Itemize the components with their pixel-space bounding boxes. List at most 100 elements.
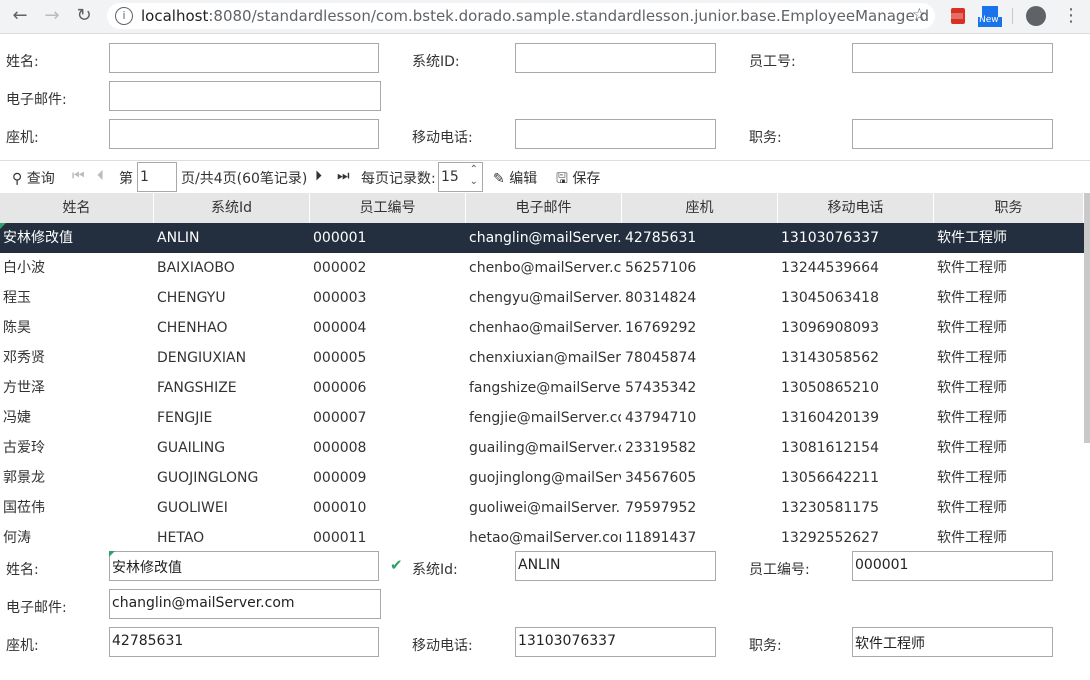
stepper-arrows-icon[interactable]: ⌃ ⌄: [470, 164, 478, 188]
row-dirty-marker: [0, 223, 6, 229]
filter-phone-label: 座机:: [6, 130, 39, 146]
detail-title-label: 职务:: [749, 638, 782, 654]
detail-sysid-input[interactable]: ANLIN: [515, 551, 716, 581]
valid-check-icon: ✔: [390, 556, 403, 574]
forward-icon[interactable]: →: [40, 5, 64, 27]
column-header-phone[interactable]: 座机: [622, 193, 778, 223]
table-row[interactable]: 邓秀贤 DENGIUXIAN 000005 chenxiuxian@mailServe…: [0, 343, 1090, 373]
page-size-value: 15: [441, 169, 459, 185]
cell-name: 白小波: [3, 260, 45, 276]
filter-sysid-label: 系统ID:: [412, 54, 460, 70]
prev-page-icon[interactable]: ⏴: [97, 168, 104, 184]
detail-mobile-input[interactable]: 13103076337: [515, 627, 716, 657]
table-row[interactable]: 方世泽 FANGSHIZE 000006 fangshize@mailServer.c…: [0, 373, 1090, 403]
filter-title-input[interactable]: [852, 119, 1053, 149]
last-page-icon[interactable]: ⏭: [337, 168, 350, 184]
table-row[interactable]: 郭景龙 GUOJINGLONG 000009 guojinglong@mailServ…: [0, 463, 1090, 493]
table-row[interactable]: 国莅伟 GUOLIWEI 000010 guoliwei@mailServer.com…: [0, 493, 1090, 523]
detail-phone-label: 座机:: [6, 638, 39, 654]
cell-name: 郭景龙: [3, 470, 45, 486]
browser-toolbar: ← → ↻ i localhost:8080/standardlesson/co…: [0, 0, 1090, 34]
cell-title: 软件工程师: [937, 290, 1007, 306]
cell-phone: 56257106: [625, 260, 697, 276]
cell-name: 何涛: [3, 530, 31, 545]
column-header-email[interactable]: 电子邮件: [466, 193, 622, 223]
cell-sysid: FANGSHIZE: [157, 380, 237, 396]
cell-phone: 57435342: [625, 380, 697, 396]
table-row[interactable]: 古爱玲 GUAILING 000008 guailing@mailServer.com…: [0, 433, 1090, 463]
column-header-name[interactable]: 姓名: [0, 193, 154, 223]
cell-email: guojinglong@mailServer.com: [469, 470, 621, 486]
cell-name: 陈昊: [3, 320, 31, 336]
detail-empno-input[interactable]: 000001: [852, 551, 1053, 581]
cell-empno: 000004: [313, 320, 367, 336]
cell-mobile: 13096908093: [781, 320, 879, 336]
cell-empno: 000011: [313, 530, 367, 545]
next-page-icon[interactable]: ⏵: [315, 168, 322, 184]
table-row[interactable]: 陈昊 CHENHAO 000004 chenhao@mailServer.com167…: [0, 313, 1090, 343]
column-header-title[interactable]: 职务: [934, 193, 1084, 223]
dirty-marker: [109, 551, 115, 557]
table-row[interactable]: 何涛 HETAO 000011 hetao@mailServer.com 1189143…: [0, 523, 1090, 545]
first-page-icon[interactable]: ⏮: [72, 168, 85, 184]
detail-mobile-label: 移动电话:: [412, 638, 473, 654]
column-header-empno[interactable]: 员工编号: [310, 193, 466, 223]
cell-name: 邓秀贤: [3, 350, 45, 366]
cell-email: guoliwei@mailServer.com: [469, 500, 621, 516]
cell-title: 软件工程师: [937, 440, 1007, 456]
edit-icon: ✎: [493, 171, 505, 187]
back-icon[interactable]: ←: [8, 5, 32, 27]
filter-phone-input[interactable]: [109, 119, 379, 149]
cell-empno: 000008: [313, 440, 367, 456]
page-prefix-label: 第: [119, 171, 133, 187]
table-row[interactable]: 安林修改值 ANLIN 000001 changlin@mailServer.com4…: [0, 223, 1090, 253]
filter-name-input[interactable]: [109, 43, 379, 73]
column-header-sysid[interactable]: 系统Id: [154, 193, 310, 223]
new-extension-icon[interactable]: New: [978, 6, 1002, 27]
filter-empno-input[interactable]: [852, 43, 1053, 73]
cell-name: 国莅伟: [3, 500, 45, 516]
menu-kebab-icon[interactable]: ⋮: [1062, 5, 1080, 26]
url-text[interactable]: localhost:8080/standardlesson/com.bstek.…: [141, 7, 929, 25]
table-row[interactable]: 白小波 BAIXIAOBO 000002 chenbo@mailServer.com5…: [0, 253, 1090, 283]
filter-empno-label: 员工号:: [749, 54, 796, 70]
cell-empno: 000001: [313, 230, 367, 246]
filter-name-label: 姓名:: [6, 54, 39, 70]
edit-button[interactable]: ✎ 编辑: [493, 168, 537, 188]
detail-name-input[interactable]: 安林修改值: [109, 551, 379, 581]
cell-phone: 11891437: [625, 530, 697, 545]
cell-email: hetao@mailServer.com: [469, 530, 621, 545]
grid-scrollbar[interactable]: [1084, 193, 1090, 443]
save-button[interactable]: 🖫 保存: [556, 168, 600, 192]
grid-toolbar: ⚲ 查询 ⏮ ⏴ 第 1 页/共4页(60笔记录) ⏵ ⏭ 每页记录数: 15 …: [0, 160, 1090, 193]
cell-mobile: 13230581175: [781, 500, 879, 516]
address-bar[interactable]: i localhost:8080/standardlesson/com.bste…: [107, 3, 935, 29]
filter-sysid-input[interactable]: [515, 43, 716, 73]
page-number-input[interactable]: 1: [137, 162, 177, 192]
table-row[interactable]: 冯婕 FENGJIE 000007 fengjie@mailServer.com437…: [0, 403, 1090, 433]
cell-sysid: GUOJINGLONG: [157, 470, 259, 486]
site-info-icon[interactable]: i: [115, 7, 133, 25]
filter-email-input[interactable]: [109, 81, 381, 111]
pdf-extension-icon[interactable]: [948, 6, 968, 26]
profile-avatar[interactable]: [1026, 6, 1046, 26]
cell-empno: 000005: [313, 350, 367, 366]
filter-title-label: 职务:: [749, 130, 782, 146]
bookmark-star-icon[interactable]: ☆: [912, 5, 927, 25]
cell-phone: 42785631: [625, 230, 697, 246]
filter-mobile-input[interactable]: [515, 119, 716, 149]
detail-email-input[interactable]: changlin@mailServer.com: [109, 589, 381, 619]
cell-sysid: GUAILING: [157, 440, 226, 456]
reload-icon[interactable]: ↻: [72, 5, 96, 27]
table-row[interactable]: 程玉 CHENGYU 000003 chengyu@mailServer.com803…: [0, 283, 1090, 313]
query-button[interactable]: ⚲ 查询: [12, 168, 55, 188]
detail-phone-input[interactable]: 42785631: [109, 627, 379, 657]
cell-title: 软件工程师: [937, 320, 1007, 336]
cell-mobile: 13056642211: [781, 470, 879, 486]
page-size-stepper[interactable]: 15 ⌃ ⌄: [438, 162, 483, 192]
cell-mobile: 13050865210: [781, 380, 879, 396]
column-header-mobile[interactable]: 移动电话: [778, 193, 934, 223]
detail-title-input[interactable]: 软件工程师: [852, 627, 1053, 657]
save-icon: 🖫: [556, 171, 568, 187]
cell-email: guailing@mailServer.com: [469, 440, 621, 456]
